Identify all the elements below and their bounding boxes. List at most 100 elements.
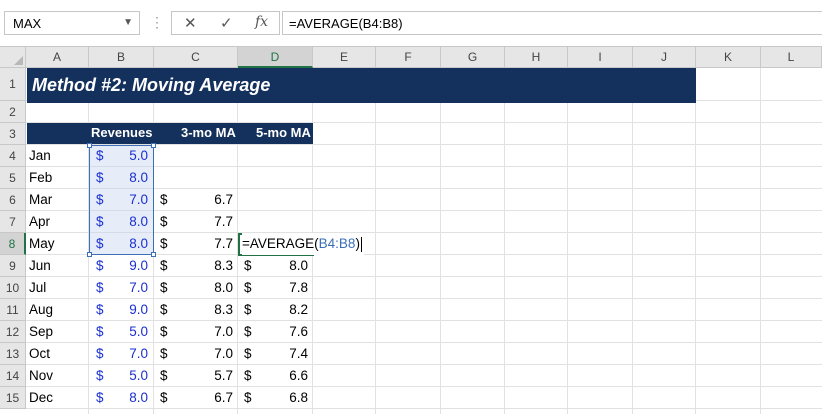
revenue-cell[interactable]: 5.0 — [108, 145, 148, 167]
revenue-currency[interactable]: $ — [96, 233, 104, 255]
row-header-6[interactable]: 6 — [0, 189, 26, 211]
revenue-cell[interactable]: 8.0 — [108, 167, 148, 189]
ma3-currency[interactable]: $ — [160, 233, 168, 255]
column-header-d[interactable]: D — [238, 46, 313, 68]
enter-icon[interactable]: ✓ — [220, 14, 233, 32]
column-header-c[interactable]: C — [154, 46, 238, 68]
row-header-2[interactable]: 2 — [0, 101, 26, 123]
month-cell[interactable]: Jul — [29, 277, 46, 299]
ma3-cell[interactable]: 7.7 — [190, 233, 233, 255]
ma3-cell[interactable]: 5.7 — [190, 365, 233, 387]
revenue-currency[interactable]: $ — [96, 343, 104, 365]
revenue-cell[interactable]: 5.0 — [108, 365, 148, 387]
column-header-h[interactable]: H — [505, 46, 568, 68]
column-header-j[interactable]: J — [633, 46, 696, 68]
revenue-cell[interactable]: 8.0 — [108, 211, 148, 233]
ma3-cell[interactable]: 7.0 — [190, 321, 233, 343]
ma5-currency[interactable]: $ — [244, 343, 252, 365]
ma5-cell[interactable]: 7.6 — [270, 321, 308, 343]
row-header-15[interactable]: 15 — [0, 387, 26, 409]
ma3-currency[interactable]: $ — [160, 299, 168, 321]
ma5-currency[interactable]: $ — [244, 365, 252, 387]
cancel-icon[interactable]: ✕ — [184, 14, 197, 32]
selection-handle[interactable] — [151, 252, 156, 257]
column-header-i[interactable]: I — [568, 46, 633, 68]
month-cell[interactable]: Jan — [29, 145, 51, 167]
month-cell[interactable]: Jun — [29, 255, 51, 277]
revenue-currency[interactable]: $ — [96, 145, 104, 167]
spreadsheet-grid[interactable]: A B C D E F G H I J K L 1 2 3 4 5 6 7 8 9 10 11 12 13 14 15 Method … — [0, 46, 822, 414]
revenue-cell[interactable]: 7.0 — [108, 189, 148, 211]
ma3-currency[interactable]: $ — [160, 321, 168, 343]
ma5-currency[interactable]: $ — [244, 387, 252, 409]
row-header-8[interactable]: 8 — [0, 233, 26, 255]
revenue-currency[interactable]: $ — [96, 189, 104, 211]
revenue-currency[interactable]: $ — [96, 255, 104, 277]
revenue-cell[interactable]: 5.0 — [108, 321, 148, 343]
column-header-l[interactable]: L — [761, 46, 822, 68]
month-cell[interactable]: Feb — [29, 167, 52, 189]
row-header-3[interactable]: 3 — [0, 123, 26, 145]
column-header-b[interactable]: B — [89, 46, 154, 68]
cell-edit-formula[interactable]: =AVERAGE(B4:B8) — [242, 233, 364, 255]
column-header-e[interactable]: E — [313, 46, 376, 68]
month-cell[interactable]: Mar — [29, 189, 52, 211]
ma3-cell[interactable]: 7.7 — [190, 211, 233, 233]
insert-function-icon[interactable]: fx — [255, 14, 268, 30]
ma5-cell[interactable]: 7.8 — [270, 277, 308, 299]
month-cell[interactable]: Sep — [29, 321, 53, 343]
month-cell[interactable]: Apr — [29, 211, 50, 233]
row-header-1[interactable]: 1 — [0, 68, 26, 101]
month-cell[interactable]: Dec — [29, 387, 53, 409]
ma5-cell[interactable]: 6.8 — [270, 387, 308, 409]
month-cell[interactable]: May — [29, 233, 55, 255]
ma5-currency[interactable]: $ — [244, 299, 252, 321]
revenue-cell[interactable]: 8.0 — [108, 233, 148, 255]
header-revenues[interactable]: Revenues — [91, 125, 152, 140]
row-header-10[interactable]: 10 — [0, 277, 26, 299]
revenue-cell[interactable]: 9.0 — [108, 299, 148, 321]
ma3-cell[interactable]: 6.7 — [190, 387, 233, 409]
month-cell[interactable]: Aug — [29, 299, 53, 321]
selection-handle[interactable] — [87, 252, 92, 257]
revenue-currency[interactable]: $ — [96, 365, 104, 387]
revenue-currency[interactable]: $ — [96, 167, 104, 189]
row-header-4[interactable]: 4 — [0, 145, 26, 167]
ma3-currency[interactable]: $ — [160, 211, 168, 233]
ma5-currency[interactable]: $ — [244, 255, 252, 277]
ma3-cell[interactable]: 8.3 — [190, 255, 233, 277]
chevron-down-icon[interactable]: ▼ — [123, 17, 133, 28]
column-header-k[interactable]: K — [696, 46, 761, 68]
name-box[interactable]: MAX ▼ — [4, 11, 140, 35]
revenue-cell[interactable]: 7.0 — [108, 277, 148, 299]
select-all-button[interactable] — [0, 46, 26, 68]
more-options-icon[interactable]: ⋮ — [150, 14, 164, 31]
ma3-currency[interactable]: $ — [160, 189, 168, 211]
revenue-cell[interactable]: 8.0 — [108, 387, 148, 409]
selection-handle[interactable] — [151, 143, 156, 148]
row-header-12[interactable]: 12 — [0, 321, 26, 343]
ma3-cell[interactable]: 8.0 — [190, 277, 233, 299]
ma5-cell[interactable]: 7.4 — [270, 343, 308, 365]
row-header-14[interactable]: 14 — [0, 365, 26, 387]
ma5-currency[interactable]: $ — [244, 277, 252, 299]
ma3-currency[interactable]: $ — [160, 255, 168, 277]
row-header-5[interactable]: 5 — [0, 167, 26, 189]
row-header-7[interactable]: 7 — [0, 211, 26, 233]
header-5mo-ma[interactable]: 5-mo MA — [256, 125, 311, 140]
column-header-g[interactable]: G — [441, 46, 505, 68]
row-header-13[interactable]: 13 — [0, 343, 26, 365]
revenue-currency[interactable]: $ — [96, 387, 104, 409]
ma3-cell[interactable]: 6.7 — [190, 189, 233, 211]
ma3-currency[interactable]: $ — [160, 277, 168, 299]
month-cell[interactable]: Oct — [29, 343, 50, 365]
formula-input[interactable]: =AVERAGE(B4:B8) — [282, 11, 822, 35]
ma3-cell[interactable]: 7.0 — [190, 343, 233, 365]
header-3mo-ma[interactable]: 3-mo MA — [181, 125, 236, 140]
ma3-currency[interactable]: $ — [160, 387, 168, 409]
revenue-cell[interactable]: 7.0 — [108, 343, 148, 365]
ma3-cell[interactable]: 8.3 — [190, 299, 233, 321]
month-cell[interactable]: Nov — [29, 365, 53, 387]
selection-handle[interactable] — [87, 143, 92, 148]
ma5-cell[interactable]: 8.2 — [270, 299, 308, 321]
